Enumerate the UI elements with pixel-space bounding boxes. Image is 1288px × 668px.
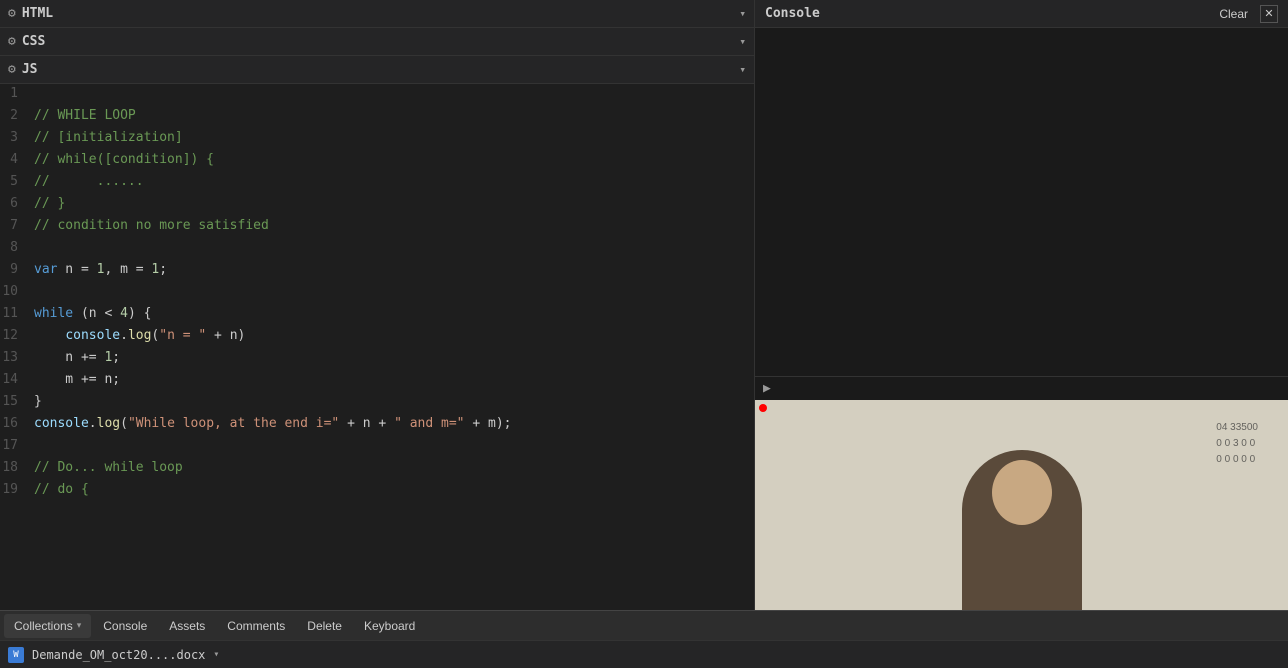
- line-number: 14: [0, 370, 30, 392]
- table-row: 11 while (n < 4) {: [0, 304, 754, 326]
- table-row: 12 console.log("n = " + n): [0, 326, 754, 348]
- code-line: // [initialization]: [30, 128, 754, 150]
- console-body: ▶: [755, 28, 1288, 400]
- line-number: 17: [0, 436, 30, 458]
- css-section-header[interactable]: ⚙ CSS ▾: [0, 28, 754, 56]
- assets-button[interactable]: Assets: [159, 614, 215, 638]
- code-line: // WHILE LOOP: [30, 106, 754, 128]
- comments-button[interactable]: Comments: [217, 614, 295, 638]
- table-row: 16 console.log("While loop, at the end i…: [0, 414, 754, 436]
- code-line: // do {: [30, 480, 754, 502]
- line-number: 8: [0, 238, 30, 260]
- code-line: n += 1;: [30, 348, 754, 370]
- person-silhouette: [962, 450, 1082, 610]
- console-button[interactable]: Console: [93, 614, 157, 638]
- video-content: 04 33500 0 0 3 0 0 0 0 0 0 0: [755, 400, 1288, 610]
- console-header: Console Clear ✕: [755, 0, 1288, 28]
- line-number: 2: [0, 106, 30, 128]
- line-number: 9: [0, 260, 30, 282]
- line-number: 5: [0, 172, 30, 194]
- console-panel: Console Clear ✕ ▶ 04 33500 0 0 3 0 0 0 0…: [755, 0, 1288, 610]
- code-table: 1 2 // WHILE LOOP 3 // [initialization] …: [0, 84, 754, 502]
- table-row: 4 // while([condition]) {: [0, 150, 754, 172]
- table-row: 3 // [initialization]: [0, 128, 754, 150]
- table-row: 14 m += n;: [0, 370, 754, 392]
- table-row: 9 var n = 1, m = 1;: [0, 260, 754, 282]
- collections-button[interactable]: Collections ▾: [4, 614, 91, 638]
- line-number: 3: [0, 128, 30, 150]
- code-line: // condition no more satisfied: [30, 216, 754, 238]
- clear-button[interactable]: Clear: [1213, 5, 1254, 23]
- js-gear-icon: ⚙: [8, 62, 16, 77]
- person-head: [992, 460, 1052, 525]
- table-row: 7 // condition no more satisfied: [0, 216, 754, 238]
- code-line: console.log("While loop, at the end i=" …: [30, 414, 754, 436]
- bottom-toolbar: Collections ▾ Console Assets Comments De…: [0, 610, 1288, 640]
- code-line: }: [30, 392, 754, 414]
- video-area: 04 33500 0 0 3 0 0 0 0 0 0 0: [755, 400, 1288, 610]
- css-chevron-icon: ▾: [739, 35, 746, 48]
- table-row: 15 }: [0, 392, 754, 414]
- line-number: 11: [0, 304, 30, 326]
- table-row: 10: [0, 282, 754, 304]
- table-row: 2 // WHILE LOOP: [0, 106, 754, 128]
- js-chevron-icon: ▾: [739, 63, 746, 76]
- js-section-header[interactable]: ⚙ JS ▾: [0, 56, 754, 84]
- code-line: // }: [30, 194, 754, 216]
- console-actions: Clear ✕: [1213, 5, 1278, 23]
- code-line: var n = 1, m = 1;: [30, 260, 754, 282]
- css-gear-icon: ⚙: [8, 34, 16, 49]
- line-number: 18: [0, 458, 30, 480]
- line-number: 10: [0, 282, 30, 304]
- table-row: 6 // }: [0, 194, 754, 216]
- whiteboard-text: 04 33500 0 0 3 0 0 0 0 0 0 0: [1216, 420, 1258, 468]
- table-row: 13 n += 1;: [0, 348, 754, 370]
- table-row: 17: [0, 436, 754, 458]
- line-number: 16: [0, 414, 30, 436]
- code-line: [30, 238, 754, 260]
- css-section-title: CSS: [22, 34, 45, 49]
- table-row: 1: [0, 84, 754, 106]
- video-record-indicator: [759, 404, 767, 412]
- table-row: 5 // ......: [0, 172, 754, 194]
- line-number: 19: [0, 480, 30, 502]
- code-line: [30, 84, 754, 106]
- line-number: 7: [0, 216, 30, 238]
- code-line: [30, 436, 754, 458]
- html-chevron-icon: ▾: [739, 7, 746, 20]
- file-dropdown-icon[interactable]: ▾: [213, 649, 219, 660]
- table-row: 8: [0, 238, 754, 260]
- code-line: // Do... while loop: [30, 458, 754, 480]
- html-section-title: HTML: [22, 6, 53, 21]
- prompt-arrow-icon: ▶: [763, 381, 771, 396]
- html-section-header[interactable]: ⚙ HTML ▾: [0, 0, 754, 28]
- file-type-icon: W: [8, 647, 24, 663]
- status-bar: W Demande_OM_oct20....docx ▾: [0, 640, 1288, 668]
- code-line: console.log("n = " + n): [30, 326, 754, 348]
- line-number: 15: [0, 392, 30, 414]
- editor-panel: ⚙ HTML ▾ ⚙ CSS ▾ ⚙ JS ▾ 1 2: [0, 0, 755, 610]
- file-name-label: Demande_OM_oct20....docx: [32, 648, 205, 662]
- js-section-title: JS: [22, 62, 38, 77]
- code-line: // while([condition]) {: [30, 150, 754, 172]
- console-title: Console: [765, 6, 820, 21]
- line-number: 12: [0, 326, 30, 348]
- html-gear-icon: ⚙: [8, 6, 16, 21]
- code-line: while (n < 4) {: [30, 304, 754, 326]
- line-number: 4: [0, 150, 30, 172]
- code-line: // ......: [30, 172, 754, 194]
- code-editor[interactable]: 1 2 // WHILE LOOP 3 // [initialization] …: [0, 84, 754, 610]
- collections-dropdown-icon: ▾: [77, 620, 82, 631]
- line-number: 1: [0, 84, 30, 106]
- line-number: 6: [0, 194, 30, 216]
- console-prompt: ▶: [755, 376, 1288, 400]
- code-line: m += n;: [30, 370, 754, 392]
- keyboard-button[interactable]: Keyboard: [354, 614, 425, 638]
- table-row: 19 // do {: [0, 480, 754, 502]
- table-row: 18 // Do... while loop: [0, 458, 754, 480]
- close-button[interactable]: ✕: [1260, 5, 1278, 23]
- line-number: 13: [0, 348, 30, 370]
- delete-button[interactable]: Delete: [297, 614, 352, 638]
- code-line: [30, 282, 754, 304]
